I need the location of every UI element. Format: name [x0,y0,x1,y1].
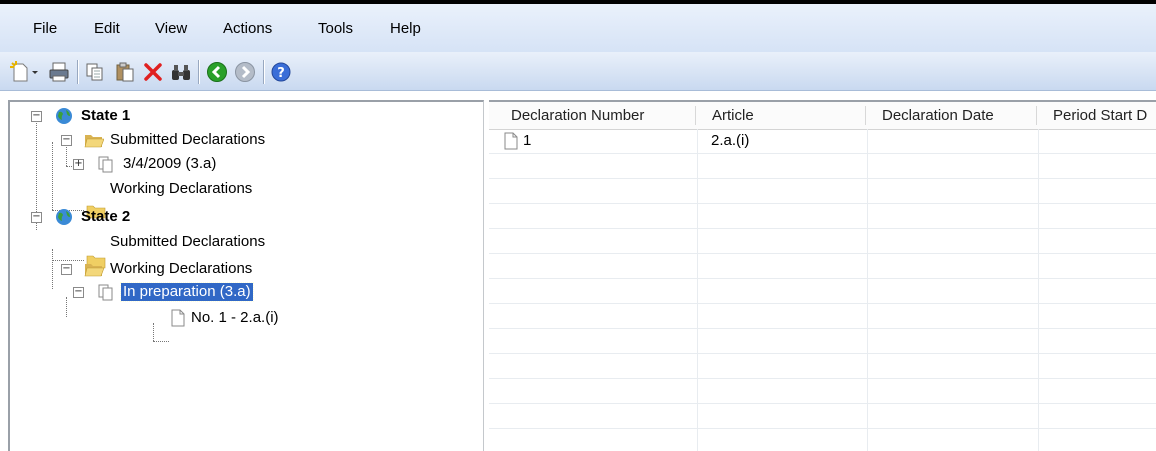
globe-icon [56,209,72,225]
tree-connector [153,323,154,341]
document-icon [504,132,518,150]
collapse-toggle[interactable]: − [73,287,84,298]
column-period-start[interactable]: Period Start D [1053,107,1147,124]
empty-row [489,329,1156,354]
print-icon[interactable] [48,61,70,83]
back-icon[interactable] [206,61,228,83]
delete-icon[interactable] [142,61,164,83]
collapse-toggle[interactable]: − [31,212,42,223]
empty-row [489,379,1156,404]
menu-edit[interactable]: Edit [94,20,120,38]
collapse-toggle[interactable]: − [61,135,72,146]
tree-connector [52,260,84,261]
tree-connector [66,297,67,317]
tree-node-submitted-item[interactable]: 3/4/2009 (3.a) [123,155,216,173]
column-divider[interactable] [865,106,866,125]
find-icon[interactable] [170,61,192,83]
empty-row [489,404,1156,429]
empty-row [489,279,1156,304]
copy-icon[interactable] [84,61,106,83]
main-content: − State 1 − Submitted Declarations + 3/4… [0,91,1156,451]
collapse-toggle[interactable]: − [61,264,72,275]
help-icon[interactable]: ? [270,61,292,83]
cell-article: 2.a.(i) [711,132,750,149]
toolbar-separator [77,60,79,84]
tree-connector [52,142,53,210]
tree-node-submitted-declarations[interactable]: Submitted Declarations [110,131,265,149]
new-icon[interactable] [10,61,40,83]
column-article[interactable]: Article [712,107,754,124]
expand-toggle[interactable]: + [73,159,84,170]
menu-actions[interactable]: Actions [223,20,272,38]
paste-icon[interactable] [114,61,136,83]
column-declaration-date[interactable]: Declaration Date [882,107,994,124]
forward-icon[interactable] [234,61,256,83]
column-divider[interactable] [695,106,696,125]
declarations-grid: Declaration Number Article Declaration D… [489,100,1156,451]
toolbar-separator [263,60,265,84]
empty-row [489,354,1156,379]
table-row[interactable]: 1 2.a.(i) [489,129,1156,154]
globe-icon [56,108,72,124]
empty-row [489,154,1156,179]
column-declaration-number[interactable]: Declaration Number [511,107,644,124]
tree-node-in-preparation[interactable]: In preparation (3.a) [120,282,254,302]
empty-row [489,229,1156,254]
toolbar-separator [198,60,200,84]
tree-node-declaration[interactable]: No. 1 - 2.a.(i) [191,309,279,327]
declarations-tree[interactable]: − State 1 − Submitted Declarations + 3/4… [8,100,484,451]
documents-icon [98,284,113,301]
empty-row [489,429,1156,451]
toolbar: ? [0,52,1156,91]
empty-row [489,304,1156,329]
column-divider[interactable] [1036,106,1037,125]
tree-connector [153,341,169,342]
menu-help[interactable]: Help [390,20,421,38]
empty-row [489,204,1156,229]
document-icon [171,309,185,327]
menu-file[interactable]: File [33,20,57,38]
tree-node-working-declarations[interactable]: Working Declarations [110,260,252,278]
folder-open-icon [84,264,104,277]
grid-header: Declaration Number Article Declaration D… [489,102,1156,130]
cell-declaration-number: 1 [523,132,532,149]
tree-node-working-declarations[interactable]: Working Declarations [110,180,252,198]
menu-view[interactable]: View [155,20,187,38]
empty-row [489,254,1156,279]
documents-icon [98,156,113,173]
collapse-toggle[interactable]: − [31,111,42,122]
tree-node-state1[interactable]: State 1 [81,107,130,125]
tree-connector [52,249,53,289]
menu-bar: File Edit View Actions Tools Help [0,4,1156,52]
tree-node-state2[interactable]: State 2 [81,208,130,226]
tree-node-submitted-declarations[interactable]: Submitted Declarations [110,233,265,251]
folder-open-icon [84,135,104,148]
svg-text:?: ? [277,66,285,81]
empty-row [489,179,1156,204]
menu-tools[interactable]: Tools [318,20,353,38]
